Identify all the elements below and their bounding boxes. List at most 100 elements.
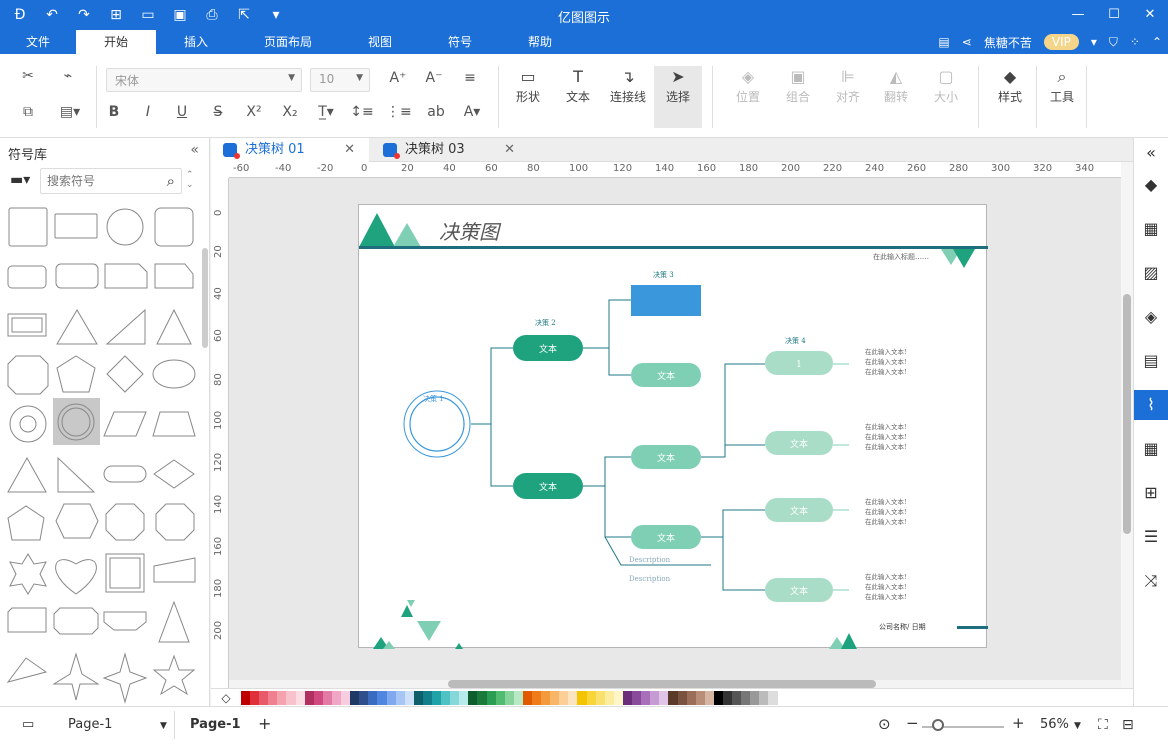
text-button[interactable]: T 文本: [558, 66, 598, 105]
node-decision-3[interactable]: [631, 285, 701, 316]
color-swatch[interactable]: [632, 690, 642, 705]
doc-tab-1[interactable]: 决策树 01 ✕: [211, 138, 369, 162]
tab-insert[interactable]: 插入: [160, 30, 232, 54]
color-swatch[interactable]: [768, 690, 778, 705]
color-swatch[interactable]: [441, 690, 451, 705]
library-menu-icon[interactable]: ▬▾: [10, 172, 30, 188]
doc-tab-2[interactable]: 决策树 03 ✕: [371, 138, 529, 162]
strikethrough-icon[interactable]: S̶: [206, 104, 230, 120]
color-swatch[interactable]: [395, 690, 405, 705]
tab-symbols[interactable]: 符号: [424, 30, 496, 54]
more-icon[interactable]: ▾: [260, 7, 292, 23]
diagram-subtitle[interactable]: 在此输入标题……: [873, 252, 929, 261]
color-swatch[interactable]: [541, 690, 551, 705]
transform-icon[interactable]: ⤨: [1134, 566, 1168, 596]
color-swatch[interactable]: [468, 690, 478, 705]
redo-icon[interactable]: ↷: [68, 7, 100, 23]
color-swatch[interactable]: [268, 690, 278, 705]
shirt-icon[interactable]: ⛉: [1109, 35, 1118, 50]
font-family-select[interactable]: 宋体 ▼: [106, 68, 302, 92]
color-swatch[interactable]: [377, 690, 387, 705]
color-swatch[interactable]: [277, 690, 287, 705]
increase-font-icon[interactable]: A⁺: [386, 70, 410, 86]
superscript-icon[interactable]: X²: [242, 104, 266, 120]
color-swatch[interactable]: [586, 690, 596, 705]
search-icon[interactable]: ⌕: [167, 172, 175, 190]
color-swatch[interactable]: [677, 690, 687, 705]
image-icon[interactable]: ▨: [1134, 258, 1168, 288]
chevron-down-icon[interactable]: ▼: [160, 721, 167, 731]
page-view-icon[interactable]: ▭: [22, 717, 34, 732]
color-swatch[interactable]: [650, 690, 660, 705]
color-swatch[interactable]: [250, 690, 260, 705]
org-icon[interactable]: ⊞: [1134, 478, 1168, 508]
connector-button[interactable]: ↴ 连接线: [604, 66, 652, 105]
apps-icon[interactable]: ⁘: [1130, 35, 1140, 49]
color-swatch[interactable]: [341, 690, 351, 705]
minimize-icon[interactable]: —: [1060, 0, 1096, 30]
color-swatch[interactable]: [741, 690, 751, 705]
shape-button[interactable]: ▭ 形状: [508, 66, 548, 105]
zoom-out-icon[interactable]: −: [906, 714, 919, 732]
bold-icon[interactable]: B: [102, 104, 126, 120]
save-icon[interactable]: ▣: [164, 7, 196, 23]
swatches[interactable]: [241, 690, 787, 705]
color-swatch[interactable]: [595, 690, 605, 705]
zoom-knob[interactable]: [932, 719, 944, 731]
size-button[interactable]: ▢ 大小: [926, 66, 966, 105]
color-swatch[interactable]: [532, 690, 542, 705]
comment-icon[interactable]: ▤: [938, 35, 949, 49]
collapse-left-icon[interactable]: «: [190, 142, 199, 158]
text-case-icon[interactable]: T̲▾: [314, 104, 338, 120]
open-icon[interactable]: ▭: [132, 7, 164, 23]
maximize-icon[interactable]: ☐: [1096, 0, 1132, 30]
fill-bucket-icon[interactable]: ◇: [211, 691, 241, 705]
italic-icon[interactable]: I: [136, 104, 160, 120]
color-swatch[interactable]: [704, 690, 714, 705]
canvas[interactable]: 决策图 在此输入标题…… 决策 1 决策 2 文本 文本 决策 3 文本 文本 …: [229, 178, 1121, 680]
close-icon[interactable]: ✕: [1132, 0, 1168, 30]
layers-icon[interactable]: ◈: [1134, 302, 1168, 332]
color-swatch[interactable]: [404, 690, 414, 705]
color-swatch[interactable]: [331, 690, 342, 705]
grid-icon[interactable]: ▦: [1134, 214, 1168, 244]
color-swatch[interactable]: [722, 690, 733, 705]
tools-button[interactable]: ⌕ 工具: [1042, 66, 1082, 105]
color-swatch[interactable]: [668, 690, 678, 705]
share-icon[interactable]: ⋖: [962, 35, 972, 49]
chart-icon[interactable]: ⌇: [1134, 390, 1168, 420]
group-button[interactable]: ▣ 组合: [778, 66, 818, 105]
search-input[interactable]: [47, 174, 147, 188]
line-spacing-icon[interactable]: ↕≡: [350, 104, 374, 120]
color-swatch[interactable]: [422, 690, 432, 705]
tab-view[interactable]: 视图: [344, 30, 416, 54]
color-swatch[interactable]: [286, 690, 296, 705]
color-swatch[interactable]: [304, 690, 314, 705]
tab-file[interactable]: 文件: [8, 30, 68, 54]
color-swatch[interactable]: [413, 690, 423, 705]
color-swatch[interactable]: [695, 690, 705, 705]
chevron-down-icon[interactable]: ▾: [1091, 35, 1097, 49]
color-swatch[interactable]: [759, 690, 769, 705]
print-icon[interactable]: ⎙: [196, 7, 228, 23]
color-swatch[interactable]: [568, 690, 578, 705]
zoom-level[interactable]: 56%: [1040, 717, 1069, 732]
tab-page-layout[interactable]: 页面布局: [244, 30, 332, 54]
user-name[interactable]: 焦糖不苦: [984, 34, 1032, 51]
vip-badge[interactable]: VIP: [1043, 34, 1079, 50]
copy-icon[interactable]: ⧉: [16, 104, 40, 120]
color-swatch[interactable]: [641, 690, 651, 705]
color-swatch[interactable]: [613, 690, 623, 705]
diagram-title[interactable]: 决策图: [439, 220, 502, 244]
chevron-down-icon[interactable]: ▼: [1074, 721, 1081, 731]
library-scrollbar[interactable]: [202, 248, 208, 348]
description-text[interactable]: Description: [629, 556, 671, 564]
shape-thumbnails[interactable]: [4, 204, 200, 704]
decrease-font-icon[interactable]: A⁻: [422, 70, 446, 86]
text-effect-icon[interactable]: ab: [424, 104, 448, 120]
collapse-ribbon-icon[interactable]: ⌃: [1152, 35, 1162, 49]
bullet-list-icon[interactable]: ⋮≡: [386, 104, 412, 120]
close-icon[interactable]: ✕: [504, 138, 515, 162]
search-box[interactable]: ⌕: [40, 168, 182, 194]
flip-button[interactable]: ◭ 翻转: [876, 66, 916, 105]
